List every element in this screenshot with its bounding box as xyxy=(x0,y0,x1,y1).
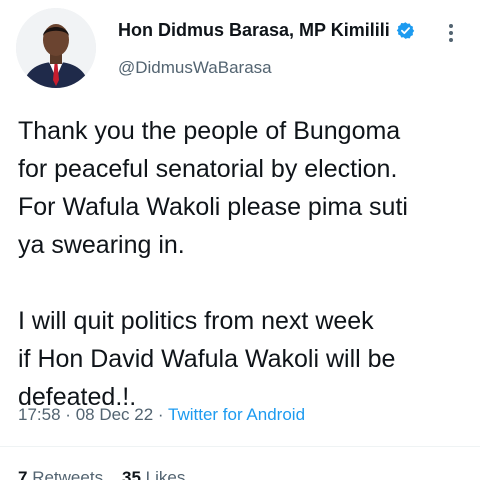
tweet-text: Thank you the people of Bungoma for peac… xyxy=(18,117,408,411)
tweet-date[interactable]: 08 Dec 22 xyxy=(76,405,154,424)
tweet-detail: Hon Didmus Barasa, MP Kimilili @DidmusWa… xyxy=(0,0,480,480)
tweet-time[interactable]: 17:58 xyxy=(18,405,61,424)
likes-label: Likes xyxy=(145,468,186,480)
author-handle[interactable]: @DidmusWaBarasa xyxy=(118,58,272,78)
tweet-meta: 17:58 · 08 Dec 22 · Twitter for Android xyxy=(18,405,305,425)
meta-separator: · xyxy=(65,405,71,424)
retweets-label: Retweets xyxy=(32,468,104,480)
more-vertical-icon[interactable] xyxy=(443,22,459,44)
likes-stat[interactable]: 35 Likes xyxy=(122,468,185,480)
meta-separator: · xyxy=(157,405,164,424)
likes-count: 35 xyxy=(121,468,141,480)
author-name-line[interactable]: Hon Didmus Barasa, MP Kimilili xyxy=(118,20,415,41)
divider xyxy=(0,446,480,447)
retweets-count: 7 xyxy=(18,468,28,480)
avatar[interactable] xyxy=(16,8,96,88)
author-display-name[interactable]: Hon Didmus Barasa, MP Kimilili xyxy=(118,20,390,41)
profile-photo xyxy=(16,8,96,88)
verified-badge-icon xyxy=(396,21,415,40)
tweet-stats: 7 Retweets 35 Likes xyxy=(18,468,185,480)
retweets-stat[interactable]: 7 Retweets xyxy=(18,468,103,480)
tweet-source-link[interactable]: Twitter for Android xyxy=(168,405,305,424)
